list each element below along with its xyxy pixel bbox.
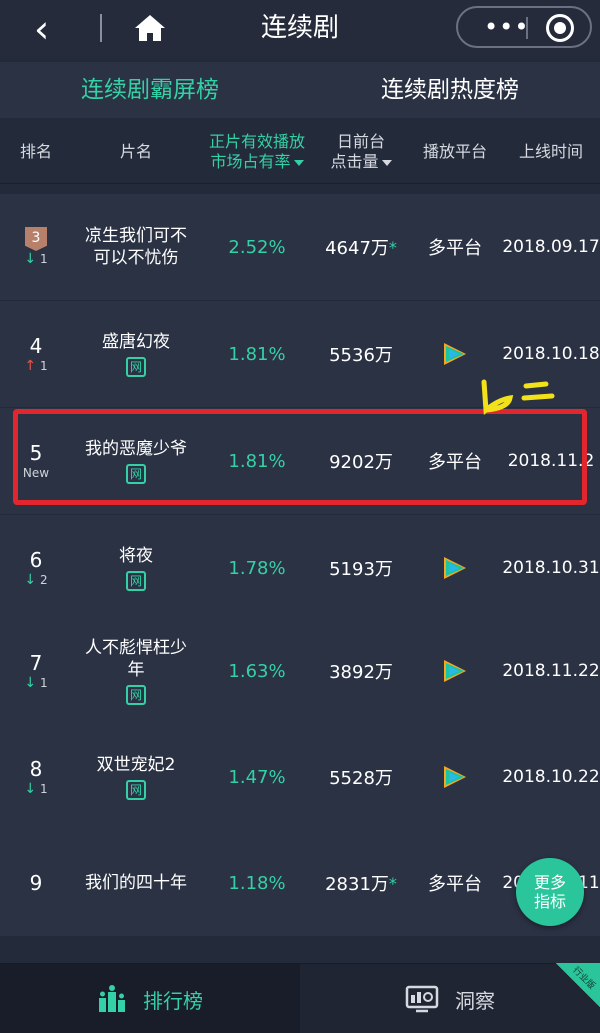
platform: 多平台 xyxy=(428,238,482,259)
table-row[interactable]: 8 ↓ 1 双世宠妃2 网 1.47% 5528万 2018.10.22 xyxy=(0,724,600,830)
release-date: 2018.10.31 xyxy=(502,558,600,578)
rank-number: 6 xyxy=(29,548,43,572)
drama-title: 我们的四十年 xyxy=(85,873,187,893)
rank-number: 9 xyxy=(29,871,43,895)
table-header: 排名 片名 正片有效播放 市场占有率 日前台 点击量 播放平台 上线时间 xyxy=(0,120,600,184)
page-title: 连续剧 xyxy=(260,13,339,43)
drama-title: 双世宠妃2 xyxy=(96,755,176,775)
table-row[interactable]: 6 ↓ 2 将夜 网 1.78% 5193万 2018.10.31 xyxy=(0,515,600,621)
header-rank: 排名 xyxy=(19,142,52,161)
drama-title: 将夜 xyxy=(119,546,153,566)
market-share: 1.47% xyxy=(228,766,286,788)
release-date: 2018.10.22 xyxy=(502,767,600,787)
market-share: 2.52% xyxy=(228,236,286,258)
rank-number: 4 xyxy=(29,334,43,358)
release-date: 2018.11.2 xyxy=(507,451,595,471)
web-drama-badge: 网 xyxy=(126,464,146,484)
new-badge: New xyxy=(22,466,50,480)
drama-title: 盛唐幻夜 xyxy=(102,332,170,352)
market-share: 1.81% xyxy=(228,450,286,472)
click-count: 5193万 xyxy=(329,559,393,580)
bottom-tab-bar: 排行榜 洞察 xyxy=(0,963,600,1033)
navigation-bar: ‹ 连续剧 ••• xyxy=(0,0,600,58)
back-arrow-icon[interactable]: ‹ xyxy=(34,10,68,48)
sort-caret-icon xyxy=(293,159,304,166)
handwritten-scribble xyxy=(481,379,555,416)
click-count: 9202万 xyxy=(329,452,393,473)
down-arrow-icon: ↓ xyxy=(24,781,37,797)
tab-ranking[interactable]: 排行榜 xyxy=(0,964,300,1033)
divider xyxy=(100,14,102,42)
bronze-medal-icon: 3 xyxy=(25,227,47,251)
miniprogram-capsule: ••• xyxy=(456,6,592,48)
drama-title: 人不彪悍枉少年 xyxy=(85,638,187,680)
click-count: 2831万 * xyxy=(325,873,397,896)
click-count: 5536万 xyxy=(329,345,393,366)
web-drama-badge: 网 xyxy=(126,571,146,591)
more-metrics-button[interactable]: 更多 指标 xyxy=(516,858,584,926)
insight-monitor-icon xyxy=(405,985,439,1013)
header-release-date: 上线时间 xyxy=(518,142,583,161)
click-count: 3892万 xyxy=(329,662,393,683)
close-target-icon[interactable] xyxy=(546,14,574,42)
down-arrow-icon: ↓ xyxy=(24,572,37,588)
web-drama-badge: 网 xyxy=(126,685,146,705)
down-arrow-icon: ↓ xyxy=(24,251,37,267)
sort-caret-icon xyxy=(381,159,392,166)
more-icon[interactable]: ••• xyxy=(484,10,529,44)
up-arrow-icon: ↑ xyxy=(24,358,37,374)
tab-insight[interactable]: 洞察 xyxy=(300,964,600,1033)
release-date: 2018.11.22 xyxy=(502,661,600,681)
drama-title: 凉生我们可不 可以不忧伤 xyxy=(85,226,187,268)
ranking-tabs: 连续剧霸屏榜 连续剧热度榜 xyxy=(0,62,600,118)
table-row[interactable]: 7 ↓ 1 人不彪悍枉少年 网 1.63% 3892万 2018.11.22 xyxy=(0,618,600,724)
tencent-video-icon xyxy=(444,766,466,788)
rank-number: 5 xyxy=(29,441,43,465)
market-share: 1.81% xyxy=(228,343,286,365)
industry-edition-tag[interactable]: 行业版 xyxy=(556,963,600,1007)
table-row[interactable]: 9 我们的四十年 1.18% 2831万* 多平台 2018.11.11 xyxy=(0,830,600,936)
rank-number: 7 xyxy=(29,651,43,675)
tab-dominance[interactable]: 连续剧霸屏榜 xyxy=(40,62,260,118)
platform: 多平台 xyxy=(428,452,482,473)
ranking-icon xyxy=(99,985,125,1012)
table-row[interactable]: 5 New 我的恶魔少爷 网 1.81% 9202万 多平台 2018.11.2 xyxy=(0,408,600,514)
header-platform: 播放平台 xyxy=(422,142,487,161)
header-clicks[interactable]: 日前台 点击量 xyxy=(314,120,408,184)
click-count: 4647万 * xyxy=(325,237,397,260)
rank-number: 8 xyxy=(29,757,43,781)
tencent-video-icon xyxy=(444,660,466,682)
tencent-video-icon xyxy=(444,557,466,579)
web-drama-badge: 网 xyxy=(126,357,146,377)
tencent-video-icon xyxy=(444,343,466,365)
header-name: 片名 xyxy=(119,142,152,161)
table-row[interactable]: 3 ↓ 1 凉生我们可不 可以不忧伤 2.52% 4647万 * 多平台 2018.… xyxy=(0,194,600,300)
market-share: 1.63% xyxy=(228,660,286,682)
drama-title: 我的恶魔少爷 xyxy=(85,439,187,459)
down-arrow-icon: ↓ xyxy=(24,675,37,691)
click-count: 5528万 xyxy=(329,768,393,789)
release-date: 2018.09.17 xyxy=(502,237,600,257)
tab-popularity[interactable]: 连续剧热度榜 xyxy=(340,62,560,118)
platform: 多平台 xyxy=(428,874,482,895)
market-share: 1.78% xyxy=(228,557,286,579)
web-drama-badge: 网 xyxy=(126,780,146,800)
home-icon[interactable] xyxy=(132,10,168,46)
header-market-share[interactable]: 正片有效播放 市场占有率 xyxy=(200,120,314,184)
market-share: 1.18% xyxy=(228,872,286,894)
